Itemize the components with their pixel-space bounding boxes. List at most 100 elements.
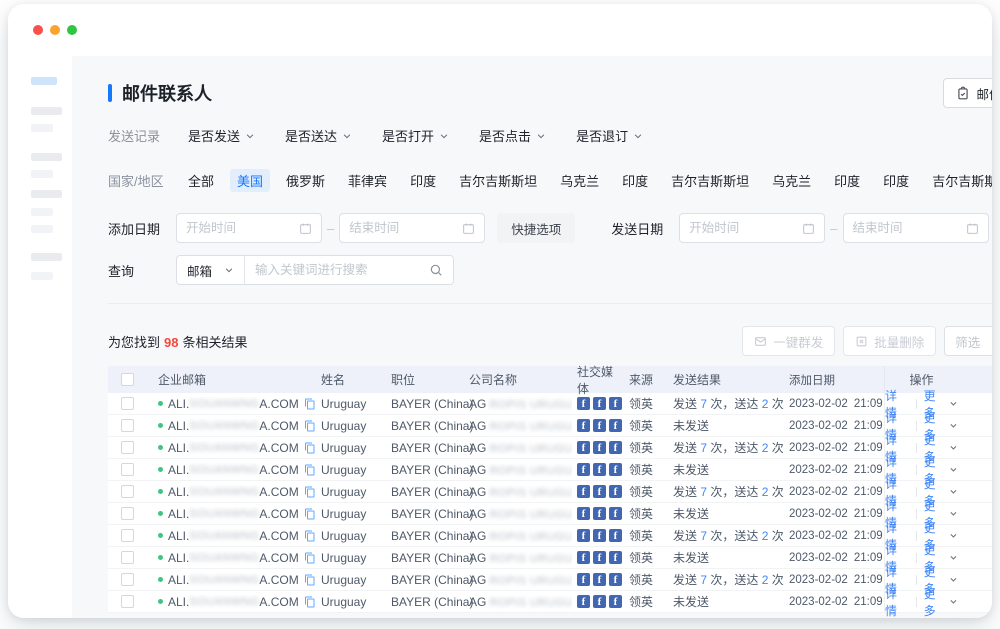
row-checkbox[interactable] — [121, 529, 134, 542]
facebook-icon[interactable]: f — [593, 463, 606, 476]
minimize-window-icon[interactable] — [50, 25, 60, 35]
facebook-icon[interactable]: f — [577, 419, 590, 432]
facebook-icon[interactable]: f — [609, 485, 622, 498]
maximize-window-icon[interactable] — [67, 25, 77, 35]
row-checkbox[interactable] — [121, 573, 134, 586]
copy-icon[interactable] — [304, 442, 316, 454]
country-filter-item[interactable]: 乌克兰 — [772, 171, 811, 190]
row-checkbox[interactable] — [121, 419, 134, 432]
country-filter-item[interactable]: 印度 — [410, 171, 436, 190]
facebook-icon[interactable]: f — [609, 441, 622, 454]
facebook-icon[interactable]: f — [609, 551, 622, 564]
copy-icon[interactable] — [304, 552, 316, 564]
country-filter-item[interactable]: 印度 — [834, 171, 860, 190]
filter-dropdown[interactable]: 是否退订 — [576, 126, 643, 145]
facebook-icon[interactable]: f — [593, 419, 606, 432]
send-date-start-input[interactable] — [679, 213, 825, 243]
facebook-icon[interactable]: f — [577, 463, 590, 476]
copy-icon[interactable] — [304, 530, 316, 542]
facebook-icon[interactable]: f — [593, 507, 606, 520]
facebook-icon[interactable]: f — [593, 551, 606, 564]
copy-icon[interactable] — [304, 398, 316, 410]
country-filter-item[interactable]: 印度 — [883, 171, 909, 190]
facebook-icon[interactable]: f — [593, 485, 606, 498]
facebook-icon[interactable]: f — [593, 573, 606, 586]
facebook-icon[interactable]: f — [577, 529, 590, 542]
detail-link[interactable]: 详情 — [885, 585, 909, 619]
row-checkbox[interactable] — [121, 551, 134, 564]
facebook-icon[interactable]: f — [609, 507, 622, 520]
send-date-start-field[interactable] — [689, 221, 796, 235]
facebook-icon[interactable]: f — [577, 595, 590, 608]
filter-dropdown[interactable]: 是否点击 — [479, 126, 546, 145]
search-icon[interactable] — [429, 263, 443, 277]
email-masked: SOUANWNG — [189, 574, 259, 586]
add-date-end-input[interactable] — [339, 213, 485, 243]
actions-cell: 详情 更多 — [884, 591, 958, 612]
bulk-delete-button[interactable]: 批量删除 — [843, 326, 936, 356]
row-checkbox[interactable] — [121, 463, 134, 476]
more-link[interactable]: 更多 — [924, 585, 958, 619]
facebook-icon[interactable]: f — [609, 573, 622, 586]
facebook-icon[interactable]: f — [609, 595, 622, 608]
row-checkbox[interactable] — [121, 397, 134, 410]
country-filter-item[interactable]: 全部 — [188, 171, 214, 190]
add-date-start-field[interactable] — [186, 221, 293, 235]
search-input[interactable] — [255, 263, 423, 277]
facebook-icon[interactable]: f — [593, 529, 606, 542]
country-filter-item[interactable]: 菲律宾 — [348, 171, 387, 190]
facebook-icon[interactable]: f — [577, 397, 590, 410]
country-filter-item[interactable]: 美国 — [230, 169, 270, 192]
filter-dropdown[interactable]: 是否发送 — [188, 126, 255, 145]
copy-icon[interactable] — [304, 596, 316, 608]
facebook-icon[interactable]: f — [593, 595, 606, 608]
country-filter-item[interactable]: 吉尔吉斯斯坦 — [671, 171, 749, 190]
search-type-select[interactable]: 邮箱 — [177, 256, 245, 284]
filter-dropdown[interactable]: 是否打开 — [382, 126, 449, 145]
add-date-start-input[interactable] — [176, 213, 322, 243]
country-filter-item[interactable]: 吉尔吉斯斯坦 — [459, 171, 537, 190]
send-date-end-input[interactable] — [843, 213, 989, 243]
copy-icon[interactable] — [304, 486, 316, 498]
send-result-text: 发送 — [673, 441, 700, 455]
facebook-icon[interactable]: f — [609, 397, 622, 410]
row-checkbox[interactable] — [121, 507, 134, 520]
add-date-cell: 2023-02-02 21:09 — [784, 596, 884, 608]
facebook-icon[interactable]: f — [577, 507, 590, 520]
send-result-cell: 未发送 — [668, 549, 784, 566]
email-suffix: A.COM — [259, 485, 298, 499]
facebook-icon[interactable]: f — [593, 397, 606, 410]
country-filter-item[interactable]: 乌克兰 — [560, 171, 599, 190]
send-date-end-field[interactable] — [853, 221, 960, 235]
facebook-icon[interactable]: f — [577, 441, 590, 454]
add-date-quick-options-button[interactable]: 快捷选项 — [497, 213, 575, 243]
facebook-icon[interactable]: f — [577, 573, 590, 586]
filter-select[interactable]: 筛选 — [944, 326, 992, 356]
row-checkbox[interactable] — [121, 595, 134, 608]
copy-icon[interactable] — [304, 420, 316, 432]
copy-icon[interactable] — [304, 574, 316, 586]
actions-divider — [916, 421, 917, 431]
add-date-end-field[interactable] — [349, 221, 456, 235]
country-filter-item[interactable]: 吉尔吉斯斯坦 — [932, 171, 992, 190]
row-checkbox[interactable] — [121, 485, 134, 498]
copy-icon[interactable] — [304, 464, 316, 476]
company-cell: AG ROPIS URUGU AY — [464, 595, 572, 609]
facebook-icon[interactable]: f — [577, 551, 590, 564]
mail-report-button[interactable]: 邮件报告 — [943, 78, 992, 108]
copy-icon[interactable] — [304, 508, 316, 520]
select-all-checkbox[interactable] — [121, 373, 134, 386]
facebook-icon[interactable]: f — [577, 485, 590, 498]
facebook-icon[interactable]: f — [609, 463, 622, 476]
close-window-icon[interactable] — [33, 25, 43, 35]
add-date-cell: 2023-02-02 21:09 — [784, 530, 884, 542]
facebook-icon[interactable]: f — [593, 441, 606, 454]
row-checkbox[interactable] — [121, 441, 134, 454]
company-cell: AG ROPIS URUGU AY — [464, 573, 572, 587]
facebook-icon[interactable]: f — [609, 529, 622, 542]
country-filter-item[interactable]: 印度 — [622, 171, 648, 190]
filter-dropdown[interactable]: 是否送达 — [285, 126, 352, 145]
country-filter-item[interactable]: 俄罗斯 — [286, 171, 325, 190]
facebook-icon[interactable]: f — [609, 419, 622, 432]
bulk-send-button[interactable]: 一键群发 — [742, 326, 835, 356]
